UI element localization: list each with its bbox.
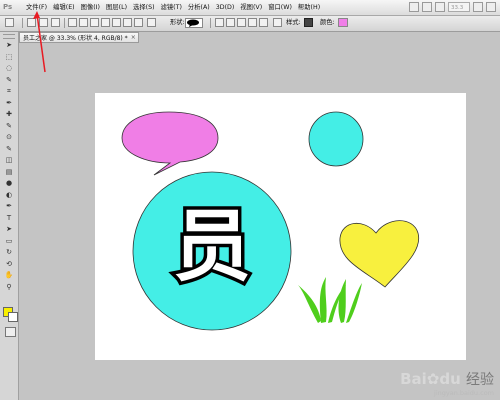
pen-tool-button[interactable] xyxy=(68,18,77,27)
line-tool-button[interactable] xyxy=(123,18,132,27)
small-circle-shape[interactable] xyxy=(308,111,364,167)
speech-bubble-shape[interactable] xyxy=(121,111,219,176)
blur-icon[interactable]: ● xyxy=(4,179,14,188)
toolbox: ➤ ⬚ ◌ ✎ ⌗ ✒ ✚ ✎ ⊙ ✎ ◫ ▤ ● ◐ ✒ T ➤ ▭ ↻ ⟲ ✋ ⚲ xyxy=(0,32,19,400)
bridge-button[interactable] xyxy=(409,2,419,12)
quick-mask-button[interactable] xyxy=(5,327,16,337)
close-icon[interactable]: × xyxy=(131,34,136,41)
paths-button[interactable] xyxy=(39,18,48,27)
style-picker[interactable] xyxy=(304,18,313,27)
menu-item[interactable]: 帮助(H) xyxy=(296,2,322,13)
healing-icon[interactable]: ✚ xyxy=(4,110,14,119)
menu-item[interactable]: 滤镜(T) xyxy=(159,2,184,13)
color-swatch[interactable] xyxy=(338,18,348,27)
eraser-icon[interactable]: ◫ xyxy=(4,156,14,165)
gradient-icon[interactable]: ▤ xyxy=(4,168,14,177)
3d-orbit-icon[interactable]: ⟲ xyxy=(4,260,14,269)
menu-item[interactable]: 图层(L) xyxy=(104,2,129,13)
zoom-icon[interactable]: ⚲ xyxy=(4,283,14,292)
menu-item[interactable]: 视图(V) xyxy=(238,2,264,13)
new-shape-layer-button[interactable] xyxy=(215,18,224,27)
menu-bar: Ps 文件(F) 编辑(E) 图像(I) 图层(L) 选择(S) 滤镜(T) 分析(A) 3D… xyxy=(0,0,500,16)
rounded-rectangle-tool-button[interactable] xyxy=(90,18,99,27)
menu-item[interactable]: 图像(I) xyxy=(79,2,102,13)
menu-item[interactable]: 3D(D) xyxy=(214,2,237,13)
lasso-icon[interactable]: ◌ xyxy=(4,64,14,73)
eyedropper-icon[interactable]: ✒ xyxy=(4,99,14,108)
geometry-options-button[interactable] xyxy=(147,18,156,27)
document-canvas[interactable]: 员 xyxy=(95,93,466,360)
crop-icon[interactable]: ⌗ xyxy=(4,87,14,96)
toolbox-grip[interactable] xyxy=(3,34,15,39)
zoom-level[interactable]: 33.3 xyxy=(448,2,470,12)
path-select-icon[interactable]: ➤ xyxy=(4,225,14,234)
fill-pixels-button[interactable] xyxy=(51,18,60,27)
paw-icon: ✿ xyxy=(426,370,440,388)
watermark-url: jingyan.baidu.com xyxy=(434,389,494,397)
divider xyxy=(210,18,211,28)
hand-icon[interactable]: ✋ xyxy=(4,271,14,280)
divider xyxy=(64,18,65,28)
options-bar: 形状: 样式: 颜色: xyxy=(0,16,500,32)
clone-stamp-icon[interactable]: ⊙ xyxy=(4,133,14,142)
screen-mode-button[interactable] xyxy=(486,2,496,12)
menu-list: 文件(F) 编辑(E) 图像(I) 图层(L) 选择(S) 滤镜(T) 分析(A) 3D(D)… xyxy=(24,2,322,13)
subtract-shape-button[interactable] xyxy=(237,18,246,27)
speech-bubble-shape-icon xyxy=(187,19,199,27)
menubar-controls: 33.3 xyxy=(409,2,496,12)
baidu-jingyan-watermark: Bai✿du 经验 jingyan.baidu.com xyxy=(400,370,494,398)
photoshop-logo: Ps xyxy=(3,3,13,11)
arrange-documents-button[interactable] xyxy=(473,2,483,12)
exclude-shape-button[interactable] xyxy=(259,18,268,27)
menu-item[interactable]: 窗口(W) xyxy=(266,2,294,13)
menu-item[interactable]: 文件(F) xyxy=(24,2,49,13)
quick-select-icon[interactable]: ✎ xyxy=(4,76,14,85)
brush-icon[interactable]: ✎ xyxy=(4,122,14,131)
3d-rotate-icon[interactable]: ↻ xyxy=(4,248,14,257)
shape-layers-button[interactable] xyxy=(27,18,36,27)
document-title: 员工之家 @ 33.3% (形状 4, RGB/8) * xyxy=(23,35,128,42)
move-icon[interactable]: ➤ xyxy=(4,41,14,50)
shape-label: 形状: xyxy=(170,19,185,26)
menu-item[interactable]: 编辑(E) xyxy=(51,2,77,13)
history-brush-icon[interactable]: ✎ xyxy=(4,145,14,154)
rectangle-tool-button[interactable] xyxy=(79,18,88,27)
link-button[interactable] xyxy=(273,18,282,27)
document-tab[interactable]: 员工之家 @ 33.3% (形状 4, RGB/8) * × xyxy=(19,32,139,43)
menu-item[interactable]: 分析(A) xyxy=(186,2,212,13)
shape-icon[interactable]: ▭ xyxy=(4,237,14,246)
color-label: 颜色: xyxy=(320,19,335,26)
grass-shape[interactable] xyxy=(298,277,362,323)
marquee-icon[interactable]: ⬚ xyxy=(4,53,14,62)
dodge-icon[interactable]: ◐ xyxy=(4,191,14,200)
canvas-text[interactable]: 员 xyxy=(169,199,254,296)
menu-item[interactable]: 选择(S) xyxy=(131,2,157,13)
custom-shape-tool-button[interactable] xyxy=(134,18,143,27)
watermark-logo: Bai✿du 经验 xyxy=(400,370,494,389)
add-to-shape-button[interactable] xyxy=(226,18,235,27)
intersect-shape-button[interactable] xyxy=(248,18,257,27)
polygon-tool-button[interactable] xyxy=(112,18,121,27)
shape-picker[interactable] xyxy=(185,18,203,28)
view-extras-button[interactable] xyxy=(435,2,445,12)
divider xyxy=(22,18,23,28)
tool-preset-picker[interactable] xyxy=(5,18,14,27)
ellipse-tool-button[interactable] xyxy=(101,18,110,27)
pen-icon[interactable]: ✒ xyxy=(4,202,14,211)
mini-bridge-button[interactable] xyxy=(422,2,432,12)
type-icon[interactable]: T xyxy=(4,214,14,223)
heart-shape[interactable] xyxy=(339,220,420,288)
canvas-artwork: 员 xyxy=(121,111,420,331)
background-color-swatch[interactable] xyxy=(8,312,18,322)
style-label: 样式: xyxy=(286,19,301,26)
